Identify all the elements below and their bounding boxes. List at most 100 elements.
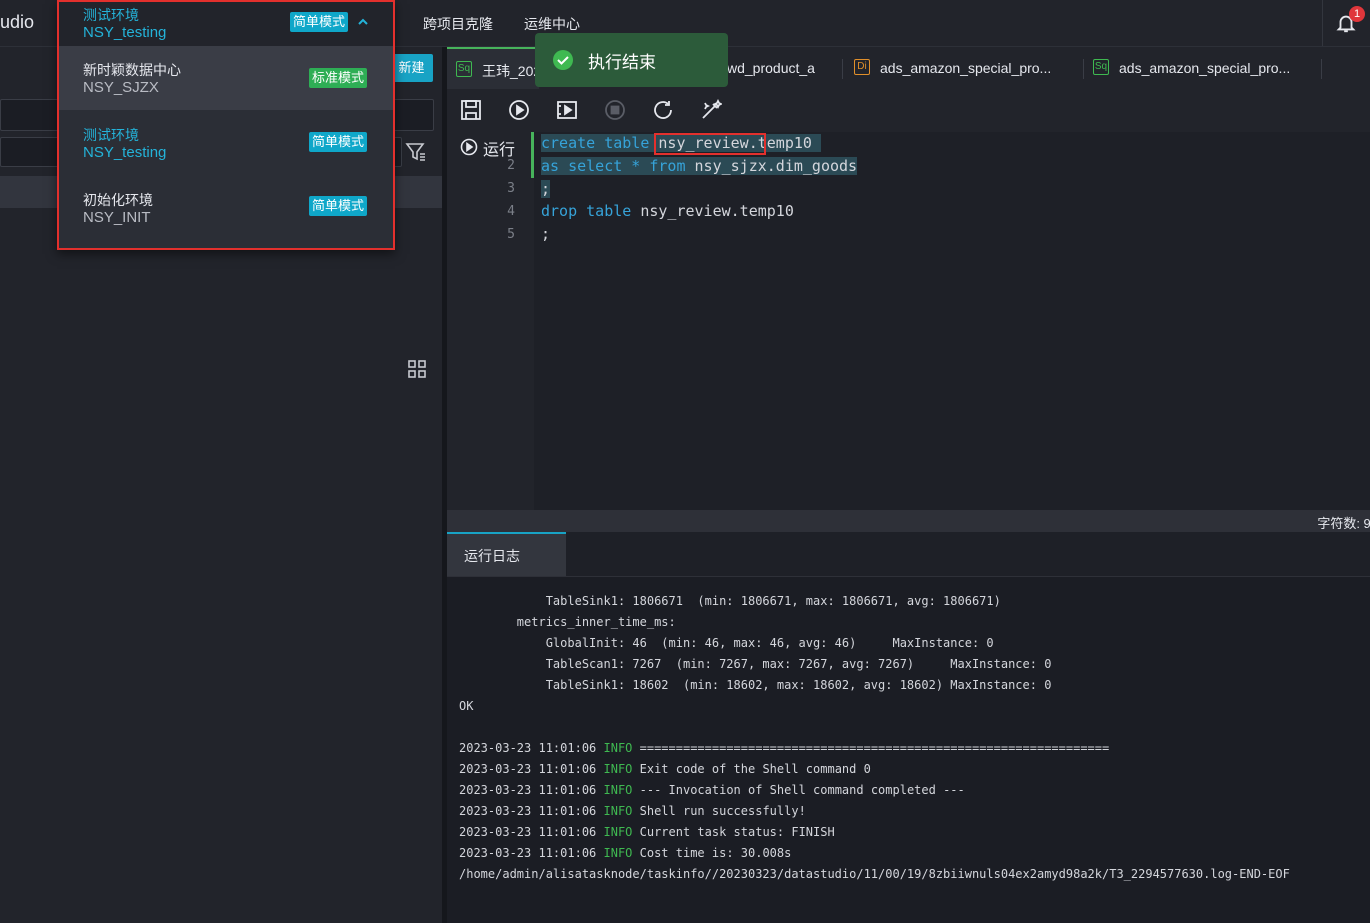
log-text: metrics_inner_time_ms:	[459, 615, 676, 629]
log-line: 2023-03-23 11:01:06 INFO --- Invocation …	[459, 783, 965, 797]
log-level: INFO	[603, 783, 633, 797]
log-line: 2023-03-23 11:01:06 INFO Cost time is: 3…	[459, 846, 791, 860]
log-line: TableSink1: 1806671 (min: 1806671, max: …	[459, 594, 1001, 608]
punctuation: ;	[541, 180, 551, 198]
tab-separator	[842, 59, 843, 79]
grid-icon[interactable]	[408, 360, 426, 378]
log-text: ========================================…	[632, 741, 1110, 755]
env-name: 测试环境	[83, 127, 139, 143]
nav-cross-project-clone[interactable]: 跨项目克隆	[423, 14, 493, 34]
line-number: 4	[507, 204, 515, 219]
identifier: nsy_sjzx.dim_goods	[694, 157, 858, 175]
mode-badge: 简单模式	[290, 12, 349, 32]
new-button[interactable]: 新建	[390, 54, 433, 82]
log-text: TableSink1: 1806671 (min: 1806671, max: …	[459, 594, 1001, 608]
sql-file-icon: Sq	[1093, 59, 1109, 75]
run-log[interactable]: TableSink1: 1806671 (min: 1806671, max: …	[447, 577, 1370, 923]
log-timestamp: 2023-03-23 11:01:06	[459, 762, 604, 776]
env-code: NSY_INIT	[83, 209, 151, 226]
log-text: Cost time is: 30.008s	[632, 846, 792, 860]
log-timestamp: 2023-03-23 11:01:06	[459, 783, 604, 797]
line-number: 5	[507, 227, 515, 242]
refresh-icon[interactable]	[652, 99, 674, 121]
log-line: TableSink1: 18602 (min: 18602, max: 1860…	[459, 678, 1052, 692]
mode-badge: 标准模式	[309, 68, 368, 88]
run-advanced-icon[interactable]	[556, 99, 578, 121]
mode-badge: 简单模式	[309, 196, 368, 216]
log-level: INFO	[603, 762, 633, 776]
tab-label: wd_product_a	[727, 60, 815, 76]
log-level: INFO	[603, 741, 633, 755]
log-text: Current task status: FINISH	[632, 825, 835, 839]
log-text: Exit code of the Shell command 0	[632, 762, 871, 776]
identifier: nsy_review.temp10	[640, 202, 794, 220]
env-option-nsy-sjzx[interactable]: 新时颖数据中心 NSY_SJZX 标准模式	[59, 46, 393, 110]
log-text: Shell run successfully!	[632, 804, 806, 818]
env-option-nsy-init[interactable]: 初始化环境 NSY_INIT 简单模式	[59, 176, 393, 238]
notification-area[interactable]: 1	[1322, 0, 1370, 46]
run-label: 运行	[483, 142, 516, 159]
notification-badge: 1	[1349, 6, 1365, 22]
log-timestamp: 2023-03-23 11:01:06	[459, 846, 604, 860]
env-name: 测试环境	[83, 7, 139, 23]
run-icon[interactable]	[508, 99, 530, 121]
log-line: TableScan1: 7267 (min: 7267, max: 7267, …	[459, 657, 1052, 671]
tab-ads-amazon-2[interactable]: Sq ads_amazon_special_pro...	[1093, 47, 1323, 89]
environment-dropdown[interactable]: 测试环境 NSY_testing 简单模式 新时颖数据中心 NSY_SJZX 标…	[57, 0, 395, 250]
code-line-3: ;	[541, 180, 551, 198]
log-line: metrics_inner_time_ms:	[459, 615, 676, 629]
tab-label: 运行日志	[464, 548, 520, 564]
code-editor[interactable]: 运行 2 3 4 5 create table nsy_review.temp1…	[447, 132, 1370, 510]
log-text: GlobalInit: 46 (min: 46, max: 46, avg: 4…	[459, 636, 994, 650]
env-option-nsy-testing[interactable]: 测试环境 NSY_testing 简单模式	[59, 112, 393, 174]
app-title: udio	[0, 12, 35, 32]
char-count: 字符数: 99	[1317, 516, 1370, 531]
filter-icon[interactable]	[404, 140, 428, 164]
di-file-icon: Di	[854, 59, 870, 75]
tab-label: 王玮_202	[482, 63, 542, 79]
current-environment[interactable]: 测试环境 NSY_testing 简单模式	[59, 2, 393, 46]
stop-icon[interactable]	[604, 99, 626, 121]
log-timestamp: 2023-03-23 11:01:06	[459, 825, 604, 839]
mode-badge: 简单模式	[309, 132, 368, 152]
chevron-up-icon[interactable]	[357, 16, 369, 28]
log-text: --- Invocation of Shell command complete…	[632, 783, 965, 797]
env-code: NSY_testing	[83, 144, 167, 161]
code-line-2: as select * from nsy_sjzx.dim_goods	[541, 157, 858, 175]
play-circle-icon[interactable]	[460, 138, 478, 156]
nav-ops-center[interactable]: 运维中心	[524, 14, 580, 34]
tab-wangwei[interactable]: Sq 王玮_202	[447, 47, 542, 89]
tab-run-log[interactable]: 运行日志	[447, 532, 566, 576]
status-bar: 字符数: 99	[447, 510, 1370, 532]
toast-notification: 执行结束	[535, 33, 728, 87]
highlight-box	[654, 133, 766, 155]
keyword: drop table	[541, 202, 641, 220]
code-line-5: ;	[541, 225, 550, 243]
log-timestamp: 2023-03-23 11:01:06	[459, 741, 604, 755]
keyword: create table	[541, 134, 659, 152]
log-tabs: 运行日志	[447, 532, 1370, 577]
change-indicator	[531, 132, 534, 178]
tab-separator	[1321, 59, 1322, 79]
env-code: NSY_testing	[83, 24, 167, 41]
log-line: OK	[459, 699, 473, 713]
log-level: INFO	[603, 804, 633, 818]
log-text: TableSink1: 18602 (min: 18602, max: 1860…	[459, 678, 1052, 692]
log-level: INFO	[603, 846, 633, 860]
env-name: 新时颖数据中心	[83, 62, 181, 78]
log-line: 2023-03-23 11:01:06 INFO Current task st…	[459, 825, 835, 839]
log-text: TableScan1: 7267 (min: 7267, max: 7267, …	[459, 657, 1052, 671]
run-line-button[interactable]: 运行	[460, 136, 530, 159]
format-icon[interactable]	[700, 99, 722, 121]
env-name: 初始化环境	[83, 192, 153, 208]
tab-ads-amazon-1[interactable]: Di ads_amazon_special_pro...	[854, 47, 1084, 89]
tab-label: ads_amazon_special_pro...	[880, 60, 1052, 76]
log-line: 2023-03-23 11:01:06 INFO ===============…	[459, 741, 1109, 755]
log-text: OK	[459, 699, 474, 713]
log-timestamp: 2023-03-23 11:01:06	[459, 804, 604, 818]
editor-gutter: 运行 2 3 4 5	[447, 132, 534, 510]
check-circle-icon	[553, 50, 573, 70]
log-line: /home/admin/alisatasknode/taskinfo//2023…	[459, 867, 1290, 881]
log-level: INFO	[603, 825, 633, 839]
save-icon[interactable]	[460, 99, 482, 121]
